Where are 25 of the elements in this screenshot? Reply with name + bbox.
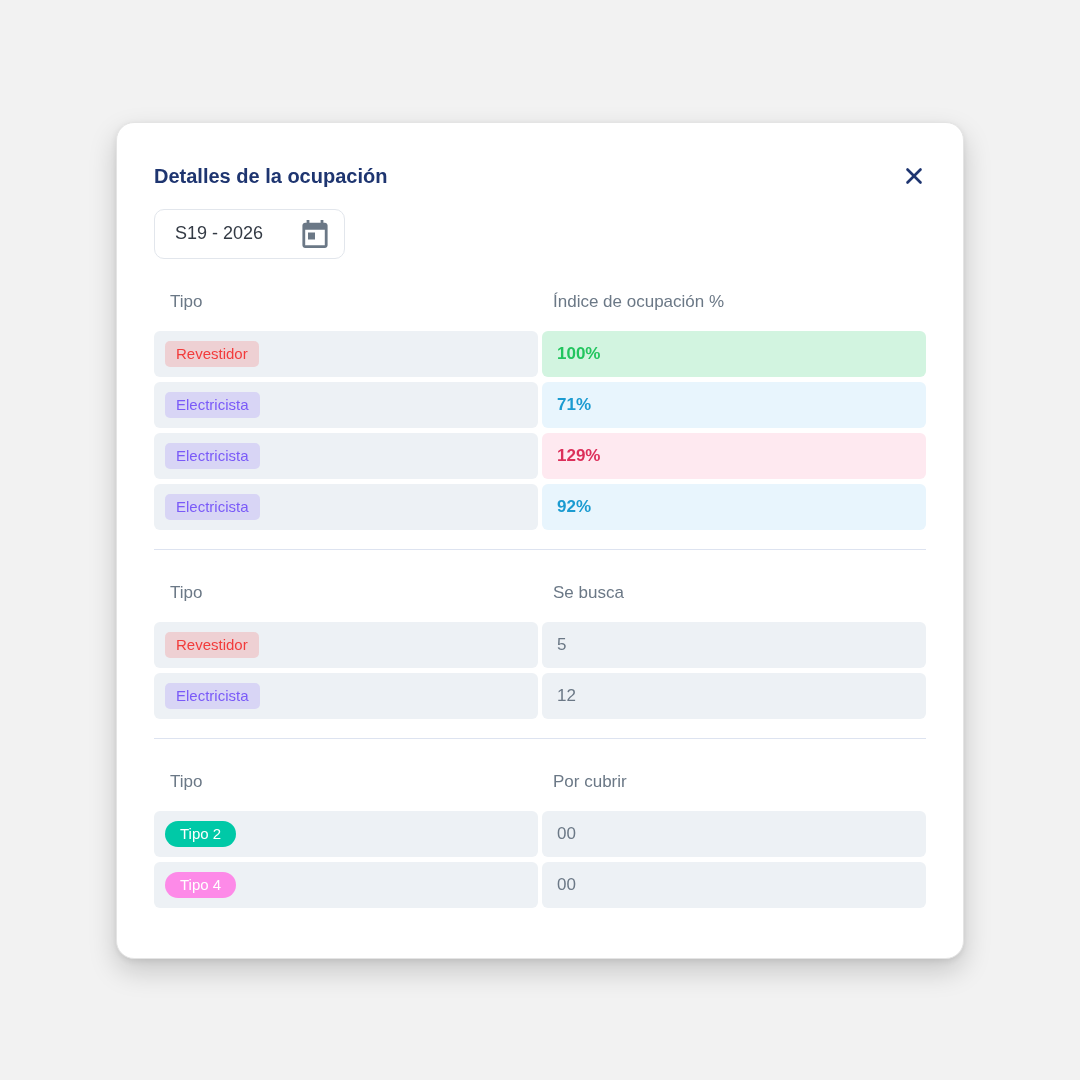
column-header: Tipo (169, 771, 203, 792)
table-cell: 00 (542, 810, 926, 857)
category-tag: Electricista (165, 442, 260, 469)
category-tag: Tipo 2 (165, 820, 237, 847)
calendar-icon (302, 219, 328, 248)
table-cell: 92% (542, 483, 926, 530)
column-header: Tipo (169, 582, 203, 603)
table-cell: 00 (542, 861, 926, 908)
column-header: Se busca (552, 582, 624, 603)
category-tag: Electricista (165, 391, 260, 418)
table-cell: 5 (542, 621, 926, 668)
category-tag: Electricista (165, 493, 260, 520)
table-cell: 71% (542, 381, 926, 428)
table-cell: 100% (542, 330, 926, 377)
category-tag: Revestidor (165, 631, 259, 658)
category-tag: Revestidor (165, 340, 259, 367)
table-cell: 129% (542, 432, 926, 479)
category-tag: Tipo 4 (165, 871, 237, 898)
category-tag: Electricista (165, 682, 260, 709)
column-header: Por cubrir (552, 771, 627, 792)
column-header: Tipo (169, 291, 203, 312)
table-cell: 12 (542, 672, 926, 719)
dialog-title: Detalles de la ocupación (154, 163, 388, 189)
column-header: Índice de ocupación % (552, 291, 725, 312)
week-field[interactable]: S19 - 2026 (154, 208, 345, 259)
